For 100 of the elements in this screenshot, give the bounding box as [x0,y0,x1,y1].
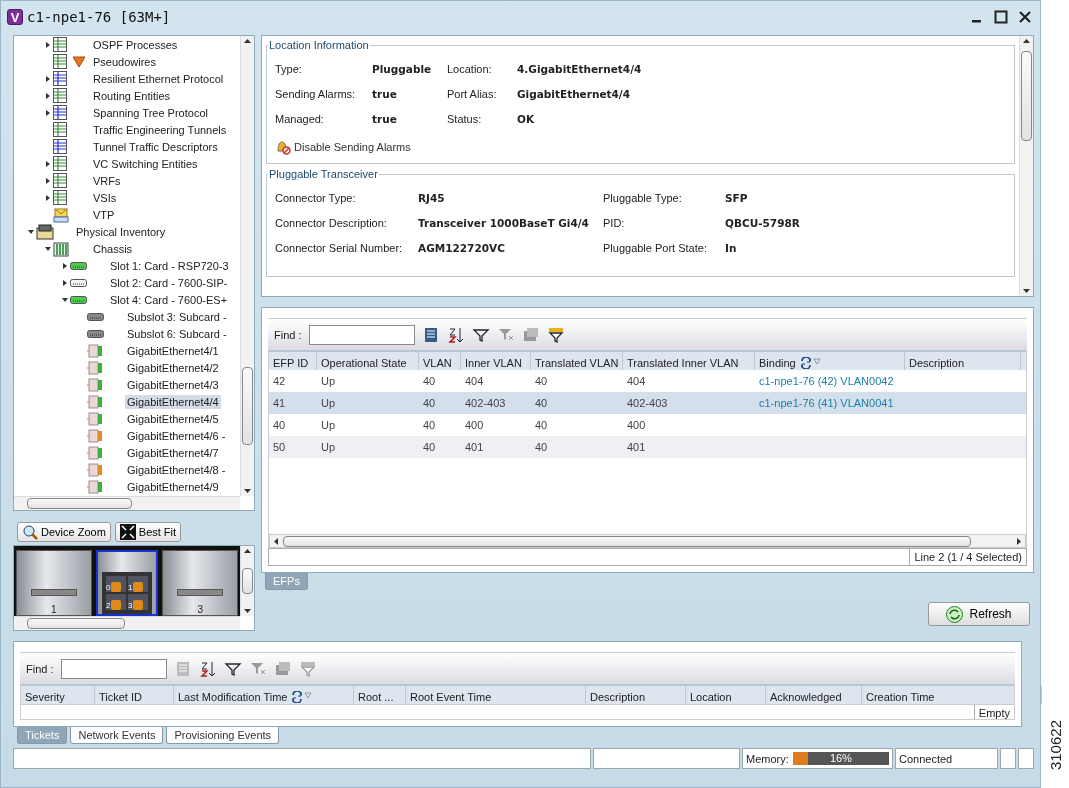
scroll-thumb[interactable] [283,535,971,547]
card-slot[interactable]: 1 [16,550,92,616]
slot-handle [30,589,77,596]
scroll-up-arrow-icon[interactable] [244,38,251,44]
card-slot[interactable]: 3 [162,550,238,616]
disable-alarms-link[interactable]: Disable Sending Alarms [275,139,411,155]
field-label: Pluggable Type: [603,192,683,204]
best-fit-button[interactable]: Best Fit [114,522,182,542]
scroll-thumb[interactable] [242,367,253,445]
scroll-up-arrow-icon[interactable] [244,548,251,554]
tree-item[interactable]: GigabitEthernet4/5 [125,411,221,426]
tree-item[interactable]: GigabitEthernet4/6 - [125,428,228,443]
table-cell: 401 [465,441,484,453]
port-icon [87,411,103,426]
tree-item[interactable]: Chassis [91,241,135,256]
tree-item[interactable]: GigabitEthernet4/3 [125,377,221,392]
scroll-thumb[interactable] [242,568,253,594]
tree-item[interactable]: Pseudowires [91,54,158,69]
scroll-right-arrow-icon[interactable] [1016,537,1022,545]
tree-item[interactable]: Tunnel Traffic Descriptors [91,139,220,154]
scroll-down-arrow-icon[interactable] [244,608,251,614]
binding-link[interactable]: c1-npe1-76 (42) VLAN0042 [759,375,894,387]
tree-item[interactable]: VSIs [91,190,119,205]
collapse-arrow-icon[interactable] [26,228,36,235]
table-cell: 41 [273,397,286,409]
port-icon [87,479,103,494]
tree-item[interactable]: Routing Entities [91,88,173,103]
sync-filter-icon[interactable] [799,356,822,369]
bell-forbidden-icon [275,139,291,155]
field-label: Sending Alarms: [275,88,357,100]
tree-item[interactable]: Subslot 3: Subcard - [125,309,229,324]
column-header[interactable]: Last Modification Time [174,686,354,704]
column-header[interactable]: Acknowledged [766,686,862,704]
close-icon[interactable] [1018,10,1032,24]
tree-item[interactable]: GigabitEthernet4/9 [125,479,221,494]
column-header[interactable]: Ticket ID [95,686,174,704]
tree-item[interactable]: VTP [91,207,117,222]
tree-item[interactable]: GigabitEthernet4/2 [125,360,221,375]
field-value: true [372,88,398,100]
tree-item[interactable]: GigabitEthernet4/7 [125,445,221,460]
card-slot[interactable]: 0 1 2 3 [95,550,159,616]
field-value: GigabitEthernet4/4 [517,88,631,100]
find-field[interactable] [308,324,415,345]
tree-item[interactable]: Slot 2: Card - 7600-SIP- [108,275,230,290]
scroll-thumb[interactable] [27,498,132,509]
collapse-arrow-icon[interactable] [43,245,53,252]
tree-item[interactable]: GigabitEthernet4/1 [125,343,221,358]
vertical-scrollbar[interactable] [1019,36,1033,296]
scroll-down-arrow-icon[interactable] [1023,288,1030,294]
scroll-left-arrow-icon[interactable] [273,537,279,545]
device-zoom-button[interactable]: Device Zoom [17,522,111,542]
vertical-scrollbar[interactable] [240,546,254,616]
tree-item[interactable]: Resilient Ethernet Protocol [91,71,226,86]
column-header[interactable]: Root ... [354,686,406,704]
sort-icon[interactable] [446,325,465,344]
horizontal-scrollbar[interactable] [269,534,1026,548]
tab[interactable]: Provisioning Events [166,727,280,744]
field-value: 4.GigabitEthernet4/4 [517,63,643,75]
collapse-arrow-icon[interactable] [60,296,70,303]
tree-item[interactable]: GigabitEthernet4/4 [125,394,221,409]
scroll-thumb[interactable] [27,618,125,629]
tree-item[interactable]: Traffic Engineering Tunnels [91,122,229,137]
sync-filter-icon[interactable] [291,690,314,703]
maximize-icon[interactable] [994,10,1008,24]
scroll-down-arrow-icon[interactable] [244,488,251,494]
tree-item[interactable]: Physical Inventory [74,224,168,239]
table-row[interactable]: 50 Up 40 401 40 401 [269,436,1026,458]
scroll-thumb[interactable] [1021,51,1032,141]
column-header[interactable]: Root Event Time [406,686,586,704]
column-header[interactable]: Location [686,686,766,704]
horizontal-scrollbar[interactable] [14,616,240,630]
scroll-up-arrow-icon[interactable] [1023,38,1030,44]
table-icon [53,155,67,172]
refresh-button[interactable]: Refresh [928,602,1030,626]
tree-item[interactable]: GigabitEthernet4/8 - [125,462,228,477]
table-row[interactable]: 41 Up 40 402-403 40 402-403 c1-npe1-76 (41) VLAN0041 [269,392,1026,414]
field-value: Transceiver 1000BaseT Gi4/4 [418,217,590,229]
tree-item[interactable]: Spanning Tree Protocol [91,105,210,120]
column-header[interactable]: Creation Time [862,686,1042,704]
column-header[interactable]: Severity [21,686,95,704]
status-field [1018,748,1034,769]
tree-item[interactable]: VRFs [91,173,123,188]
column-header[interactable]: Description [586,686,686,704]
port-icon: 0 [106,576,126,592]
field-label: Managed: [275,113,325,125]
vertical-scrollbar[interactable] [240,36,254,496]
find-field[interactable] [60,658,167,679]
sort-icon[interactable] [198,659,217,678]
tree-item[interactable]: VC Switching Entities [91,156,200,171]
filter-table-icon[interactable] [546,325,565,344]
table-cell: 40 [423,397,436,409]
tab[interactable]: Network Events [70,727,164,744]
tree-item[interactable]: Subslot 6: Subcard - [125,326,229,341]
tree-item[interactable]: Slot 1: Card - RSP720-3 [108,258,231,273]
horizontal-scrollbar[interactable] [14,496,240,510]
card-icon [87,329,104,338]
tree-item[interactable]: Slot 4: Card - 7600-ES+ [108,292,230,307]
tree-item[interactable]: OSPF Processes [91,37,180,52]
table-cell: 40 [423,375,436,387]
group-title: Pluggable Transceiver [268,168,379,180]
